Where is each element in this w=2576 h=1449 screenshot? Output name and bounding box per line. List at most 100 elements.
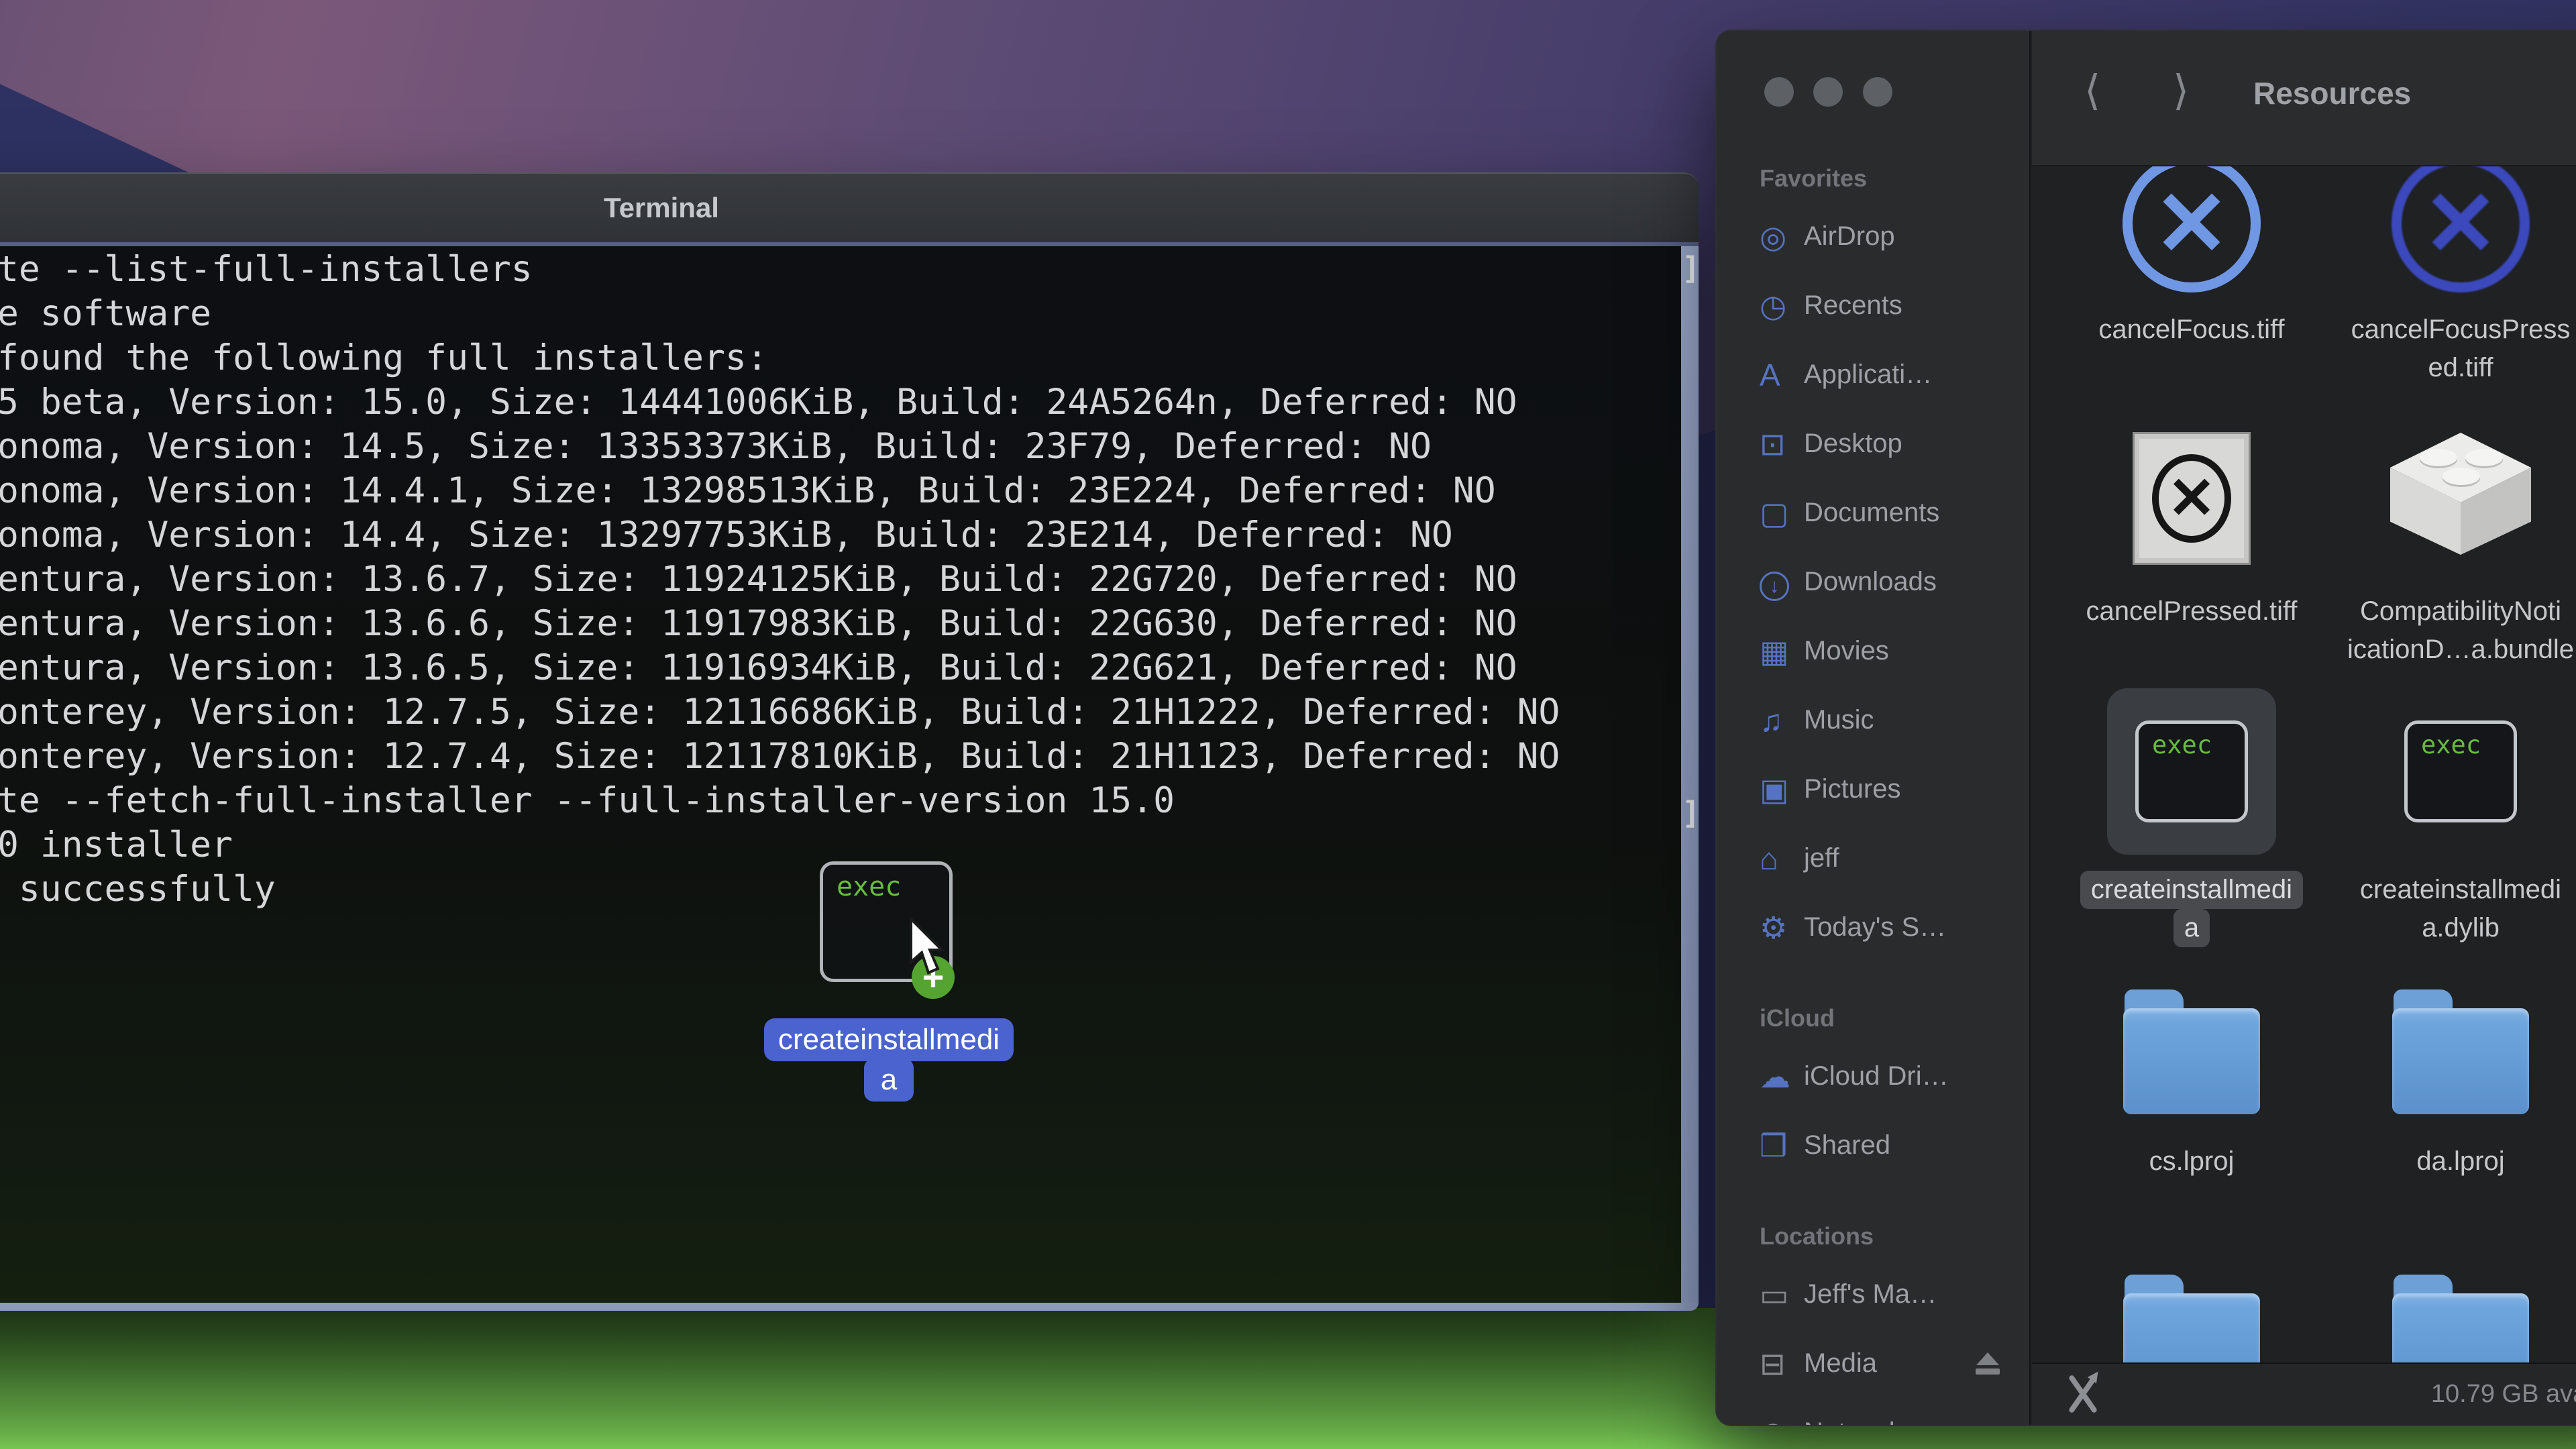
- sidebar-item-downloads[interactable]: ↓ Downloads: [1717, 547, 2029, 616]
- sidebar-item-jeff-s-ma[interactable]: ▭ Jeff's Ma…: [1717, 1260, 2029, 1329]
- sidebar-item-label: Today's S…: [1804, 912, 1947, 942]
- finder-toolbar: ⟨ ⟩ Resources: [2032, 31, 2576, 166]
- zoom-window-button[interactable]: [1863, 77, 1892, 107]
- file-label[interactable]: cancelPressed.tiff: [2064, 592, 2319, 631]
- sidebar-item-label: Desktop: [1804, 429, 1902, 458]
- close-window-button[interactable]: [1764, 77, 1794, 107]
- sidebar-item-label: Network: [1804, 1417, 1902, 1425]
- terminal-window[interactable]: Terminal te --list-full-installers e soft…: [0, 172, 1701, 1311]
- finder-window[interactable]: Favorites ◎ AirDrop ◷ Recents A Applicati… ⊡ Des…: [1715, 30, 2576, 1426]
- sidebar-item-label: Applicati…: [1804, 360, 1933, 389]
- back-button[interactable]: ⟨: [2084, 66, 2100, 115]
- exec-badge-text: exec: [837, 871, 902, 902]
- terminal-scrollbar[interactable]: [1681, 246, 1699, 1304]
- terminal-output-text: te --list-full-installers e software found…: [0, 248, 1560, 912]
- pictures-icon: ▣: [1760, 771, 1789, 807]
- folder-icon: [2123, 989, 2260, 1114]
- drag-ghost-filename-line1: createinstallmedi: [764, 1018, 1014, 1061]
- sidebar-item-desktop[interactable]: ⊡ Desktop: [1717, 409, 2029, 478]
- sidebar-item-network[interactable]: ◍Network: [1717, 1398, 2029, 1426]
- sidebar-item-label: iCloud Dri…: [1804, 1061, 1949, 1091]
- sidebar-item-label: Recents: [1804, 290, 1902, 320]
- file-item-compatibilitynotiicationd-a-bundle[interactable]: [2376, 415, 2545, 582]
- sidebar-item-today-s-s[interactable]: ⚙ Today's S…: [1717, 893, 2029, 962]
- eject-icon[interactable]: [1976, 1352, 2000, 1375]
- sidebar-section-favorites: Favorites: [1760, 164, 1868, 192]
- sidebar-item-shared[interactable]: ❒ Shared: [1717, 1111, 2029, 1180]
- clock-icon: ◷: [1760, 288, 1787, 323]
- terminal-line: entura, Version: 13.6.5, Size: 11916934K…: [0, 647, 1517, 688]
- music-note-icon: ♫: [1760, 702, 1783, 738]
- file-label[interactable]: createinstallmedi a.dylib: [2333, 871, 2576, 947]
- sidebar-item-label: Downloads: [1804, 567, 1937, 596]
- terminal-line: onoma, Version: 14.4, Size: 13297753KiB,…: [0, 515, 1453, 555]
- read-only-pencil-icon: [2063, 1368, 2103, 1415]
- sidebar-item-pictures[interactable]: ▣ Pictures: [1717, 755, 2029, 824]
- folder-icon: [2392, 989, 2529, 1114]
- terminal-content[interactable]: te --list-full-installers e software found…: [0, 246, 1699, 1311]
- exec-unix-executable-icon: exec: [2135, 720, 2248, 822]
- file-item-cancelfocus-tiff[interactable]: ✕: [2107, 166, 2276, 307]
- terminal-title: Terminal: [604, 192, 719, 223]
- app-store-icon: A: [1760, 357, 1780, 392]
- file-item-cancelfocuspressed-tiff[interactable]: ✕: [2376, 166, 2545, 307]
- cancel-x-image-thumbnail-icon: ✕: [2133, 432, 2251, 565]
- available-space-text: 10.79 GB available: [2430, 1380, 2576, 1408]
- terminal-line: successfully: [0, 869, 276, 910]
- file-item-da-lproj[interactable]: [2376, 969, 2545, 1135]
- terminal-line: entura, Version: 13.6.7, Size: 11924125K…: [0, 559, 1517, 600]
- sidebar-item-icloud-dri[interactable]: ☁ iCloud Dri…: [1717, 1042, 2029, 1111]
- forward-button[interactable]: ⟩: [2173, 66, 2189, 115]
- sidebar-section-icloud: iCloud: [1760, 1004, 1835, 1032]
- file-item-cancelpressed-tiff[interactable]: ✕: [2107, 415, 2276, 582]
- file-label[interactable]: CompatibilityNoti icationD…a.bundle: [2333, 592, 2576, 669]
- finder-sidebar: Favorites ◎ AirDrop ◷ Recents A Applicati… ⊡ Des…: [1717, 31, 2031, 1425]
- cancel-x-file-icon: ✕: [2123, 166, 2261, 292]
- file-label[interactable]: cs.lproj: [2064, 1142, 2319, 1181]
- sidebar-item-label: Media: [1804, 1348, 1877, 1378]
- file-item-createinstallmedia[interactable]: exec: [2107, 688, 2276, 855]
- sidebar-item-music[interactable]: ♫ Music: [1717, 686, 2029, 755]
- sidebar-item-jeff[interactable]: ⌂ jeff: [1717, 824, 2029, 893]
- sidebar-item-documents[interactable]: ▢ Documents: [1717, 478, 2029, 547]
- sidebar-item-airdrop[interactable]: ◎ AirDrop: [1717, 202, 2029, 271]
- sidebar-item-label: AirDrop: [1804, 221, 1895, 251]
- terminal-line: te --fetch-full-installer --full-install…: [0, 780, 1175, 821]
- terminal-line: te --list-full-installers: [0, 249, 533, 290]
- terminal-scroll-mark-bottom: ]: [1682, 795, 1701, 831]
- finder-file-grid: ✕ cancelFocus.tiff ✕ cancelFocusPress ed.tif…: [2032, 166, 2576, 1425]
- terminal-line: 0 installer: [0, 824, 233, 865]
- document-icon: ▢: [1760, 495, 1789, 531]
- sidebar-section-locations: Locations: [1760, 1222, 1874, 1250]
- terminal-line: entura, Version: 13.6.6, Size: 11917983K…: [0, 603, 1517, 644]
- selected-icon-highlight: exec: [2107, 688, 2276, 855]
- sidebar-item-movies[interactable]: ▦ Movies: [1717, 616, 2029, 686]
- drag-ghost-filename-line2: a: [864, 1059, 914, 1102]
- file-label[interactable]: cancelFocusPress ed.tiff: [2333, 311, 2576, 387]
- sidebar-item-label: Music: [1804, 705, 1874, 735]
- terminal-scroll-mark-top: ]: [1682, 250, 1701, 286]
- sidebar-item-label: jeff: [1804, 843, 1839, 873]
- sidebar-item-label: Jeff's Ma…: [1804, 1279, 1937, 1309]
- sidebar-item-label: Pictures: [1804, 774, 1901, 804]
- mouse-cursor-icon: [910, 918, 945, 975]
- file-item-cs-lproj[interactable]: [2107, 969, 2276, 1135]
- film-icon: ▦: [1760, 633, 1789, 669]
- terminal-line: 5 beta, Version: 15.0, Size: 14441006KiB…: [0, 382, 1517, 423]
- finder-window-title: Resources: [2253, 76, 2412, 111]
- file-label[interactable]: da.lproj: [2333, 1142, 2576, 1181]
- finder-status-bar: 10.79 GB available: [2032, 1362, 2576, 1425]
- minimize-window-button[interactable]: [1813, 77, 1843, 107]
- download-icon: ↓: [1760, 564, 1804, 601]
- terminal-line: onoma, Version: 14.4.1, Size: 13298513Ki…: [0, 470, 1496, 511]
- terminal-border-bottom-line: [0, 1303, 1699, 1311]
- terminal-titlebar[interactable]: Terminal: [0, 172, 1699, 242]
- file-item-createinstallmedia-dylib[interactable]: exec: [2376, 688, 2545, 855]
- sidebar-item-media[interactable]: ⊟ Media: [1717, 1329, 2029, 1398]
- sidebar-item-applicati[interactable]: A Applicati…: [1717, 340, 2029, 409]
- file-label[interactable]: createinstallmedi a: [2064, 871, 2319, 947]
- terminal-line: found the following full installers:: [0, 337, 768, 378]
- file-label[interactable]: cancelFocus.tiff: [2064, 311, 2319, 349]
- sidebar-item-recents[interactable]: ◷ Recents: [1717, 271, 2029, 340]
- terminal-line: e software: [0, 293, 212, 334]
